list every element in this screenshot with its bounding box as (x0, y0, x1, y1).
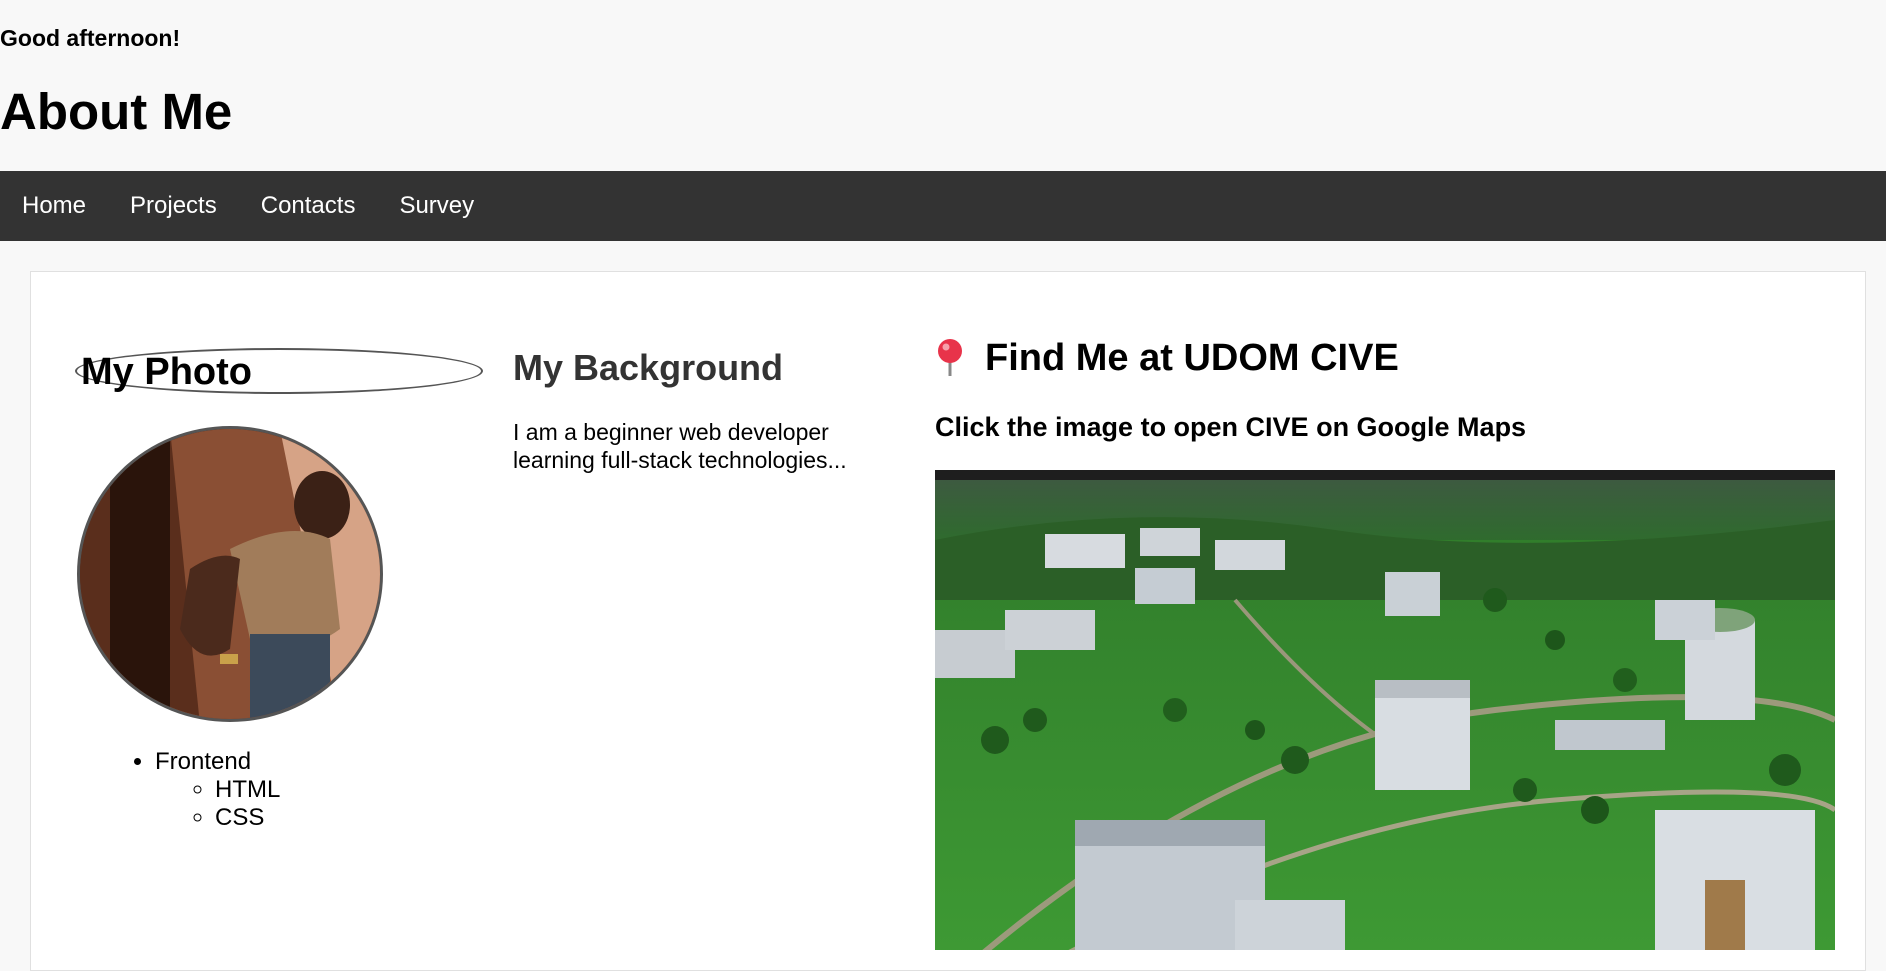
photo-heading-wrapper: My Photo (75, 348, 485, 396)
background-heading: My Background (513, 347, 784, 388)
campus-aerial-image-link[interactable] (935, 470, 1835, 950)
skill-category: Frontend HTML CSS (155, 748, 280, 832)
page-header: Good afternoon! About Me (0, 0, 1886, 171)
skill-item: CSS (215, 804, 280, 832)
nav-link-contacts[interactable]: Contacts (239, 171, 378, 241)
skill-item: HTML (215, 776, 280, 804)
main-navbar: Home Projects Contacts Survey (0, 171, 1886, 241)
profile-photo-art (80, 429, 380, 719)
background-text: I am a beginner web developer learning f… (513, 419, 847, 473)
skill-sublist: HTML CSS (155, 776, 280, 832)
nav-link-survey[interactable]: Survey (377, 171, 496, 241)
page-title: About Me (0, 83, 233, 140)
content-card: My Photo Frontend HTML CSS (30, 271, 1866, 971)
map-heading-text: Find Me at UDOM CIVE (985, 337, 1399, 379)
photo-heading: My Photo (81, 351, 252, 393)
profile-photo (77, 426, 383, 722)
nav-link-projects[interactable]: Projects (108, 171, 239, 241)
skills-list: Frontend HTML CSS (115, 748, 280, 832)
greeting-text: Good afternoon! (0, 25, 181, 51)
nav-link-home[interactable]: Home (0, 171, 108, 241)
campus-aerial-photo (935, 480, 1835, 950)
round-pushpin-icon (935, 338, 965, 378)
skill-category-label: Frontend (155, 748, 252, 775)
map-heading: Find Me at UDOM CIVE (935, 334, 1399, 382)
map-subheading: Click the image to open CIVE on Google M… (935, 412, 1527, 442)
